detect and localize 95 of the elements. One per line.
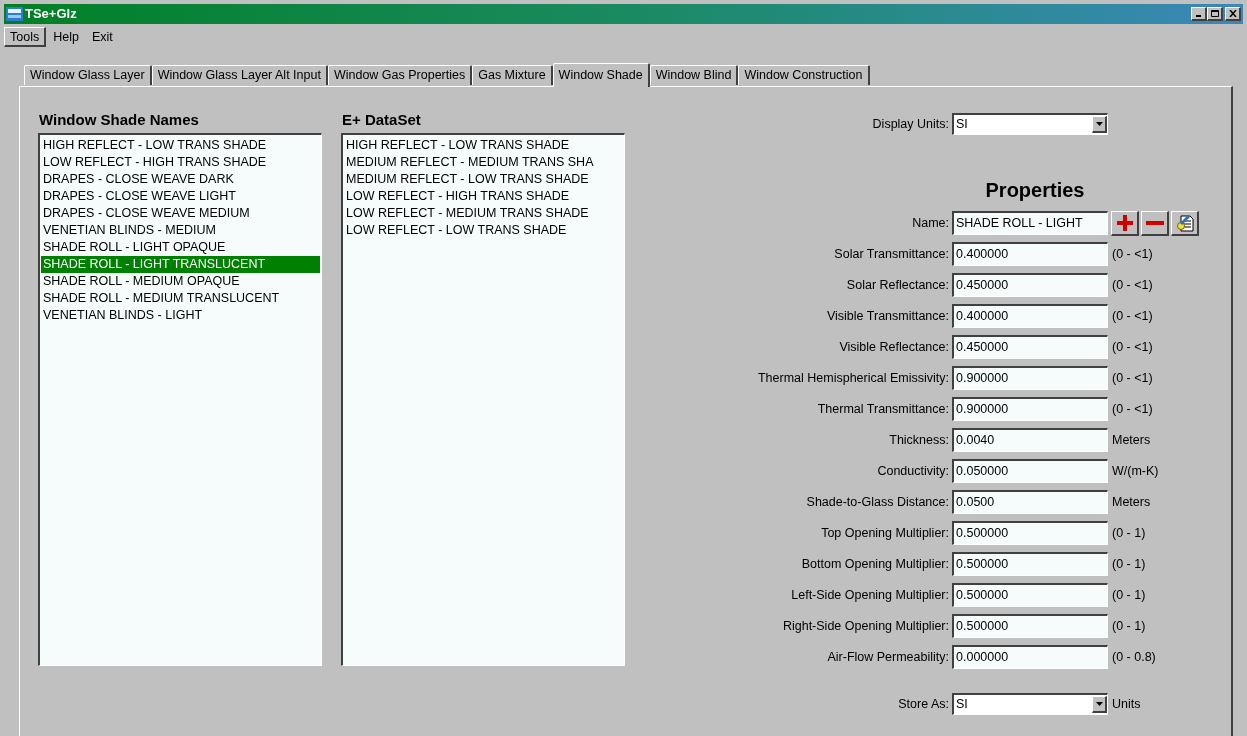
input-field[interactable]: 0.0500: [952, 490, 1108, 514]
tab[interactable]: Window Shade: [552, 63, 650, 87]
field-label: Name:: [911, 214, 950, 232]
list-item[interactable]: DRAPES - CLOSE WEAVE LIGHT: [41, 188, 320, 205]
minus-icon: [1145, 220, 1164, 225]
unit-label: (0 - <1): [1111, 307, 1153, 325]
tab[interactable]: Window Glass Layer Alt Input: [151, 65, 328, 85]
list-box[interactable]: HIGH REFLECT - LOW TRANS SHADE MEDIUM REFLECT - MEDIUM TRANS SHA MEDIUM REFLECT - LOW TRANS SHADE LOW REFLECT - HIGH TRANS SHADE LOW REFLECT - MEDIUM TRANS SHADE LOW REFLECT - LOW TRANS SHADE: [341, 133, 625, 666]
add-button[interactable]: [1111, 210, 1139, 236]
list-item[interactable]: SHADE ROLL - LIGHT TRANSLUCENT: [41, 256, 320, 273]
unit-label: (0 - <1): [1111, 369, 1153, 387]
list-item[interactable]: SHADE ROLL - MEDIUM TRANSLUCENT: [41, 290, 320, 307]
field-label: Display Units:: [871, 115, 950, 133]
field-label: Solar Transmittance:: [833, 245, 950, 263]
app-logo-icon: [6, 7, 23, 21]
input-field[interactable]: 0.450000: [952, 335, 1108, 359]
field-label: Thickness:: [888, 431, 950, 449]
unit-label: (0 - 0.8): [1111, 648, 1156, 666]
field-label: Store As:: [897, 695, 950, 713]
unit-label: (0 - <1): [1111, 400, 1153, 418]
input-field[interactable]: 0.900000: [952, 366, 1108, 390]
list-heading: Window Shade Names: [39, 110, 200, 130]
document-pencil-icon: [1175, 213, 1194, 232]
edit-button[interactable]: [1171, 210, 1199, 236]
input-field[interactable]: 0.000000: [952, 645, 1108, 669]
field-label: Conductivity:: [876, 462, 950, 480]
unit-label: (0 - 1): [1111, 586, 1146, 604]
menu-item[interactable]: Tools: [4, 27, 47, 47]
field-label: Top Opening Multiplier:: [820, 524, 950, 542]
input-field[interactable]: 0.400000: [952, 242, 1108, 266]
unit-label: (0 - 1): [1111, 617, 1146, 635]
field-label: Bottom Opening Multiplier:: [800, 555, 950, 573]
field-label: Visible Reflectance:: [838, 338, 950, 356]
plus-icon: [1116, 214, 1133, 231]
unit-label: (0 - <1): [1111, 245, 1153, 263]
input-field[interactable]: 0.500000: [952, 614, 1108, 638]
close-button[interactable]: [1225, 7, 1241, 21]
field-label: Shade-to-Glass Distance:: [805, 493, 950, 511]
tab[interactable]: Window Construction: [738, 65, 870, 85]
dropdown[interactable]: SI: [952, 693, 1108, 715]
input-field[interactable]: 0.450000: [952, 273, 1108, 297]
list-item[interactable]: VENETIAN BLINDS - LIGHT: [41, 307, 320, 324]
unit-label: (0 - <1): [1111, 276, 1153, 294]
input-field[interactable]: 0.500000: [952, 552, 1108, 576]
remove-button[interactable]: [1141, 210, 1169, 236]
list-item[interactable]: VENETIAN BLINDS - MEDIUM: [41, 222, 320, 239]
list-item[interactable]: HIGH REFLECT - LOW TRANS SHADE: [41, 137, 320, 154]
input-field[interactable]: 0.900000: [952, 397, 1108, 421]
list-box[interactable]: [38, 133, 322, 666]
unit-label: Units: [1111, 695, 1141, 713]
unit-label: Meters: [1111, 493, 1151, 511]
unit-label: (0 - 1): [1111, 555, 1146, 573]
unit-label: (0 - 1): [1111, 524, 1146, 542]
dropdown-arrow-icon: [1095, 702, 1103, 706]
list-item[interactable]: LOW REFLECT - HIGH TRANS SHADE: [41, 154, 320, 171]
maximize-button[interactable]: [1207, 7, 1223, 21]
unit-label: W/(m-K): [1111, 462, 1159, 480]
input-field[interactable]: 0.0040: [952, 428, 1108, 452]
field-label: Right-Side Opening Multiplier:: [781, 617, 950, 635]
field-label: Thermal Transmittance:: [816, 400, 950, 418]
dropdown-arrow-icon: [1095, 122, 1103, 126]
tab[interactable]: Window Gas Properties: [327, 65, 473, 85]
list-item[interactable]: LOW REFLECT - HIGH TRANS SHADE: [344, 188, 623, 205]
window-title: TSe+Glz: [25, 5, 77, 24]
properties-heading: Properties: [984, 178, 1086, 203]
unit-label: (0 - <1): [1111, 338, 1153, 356]
tab[interactable]: Window Glass Layer: [24, 65, 152, 85]
maximize-icon: [1210, 10, 1219, 17]
dropdown[interactable]: SI: [952, 113, 1108, 135]
menu-item[interactable]: Help: [47, 27, 85, 47]
field-label: Thermal Hemispherical Emissivity:: [757, 369, 950, 387]
minimize-button[interactable]: [1191, 7, 1207, 21]
name-field[interactable]: SHADE ROLL - LIGHT: [952, 211, 1108, 235]
field-label: Visible Transmittance:: [825, 307, 950, 325]
list-item[interactable]: SHADE ROLL - MEDIUM OPAQUE: [41, 273, 320, 290]
list-item[interactable]: DRAPES - CLOSE WEAVE DARK: [41, 171, 320, 188]
list-item[interactable]: LOW REFLECT - MEDIUM TRANS SHADE: [344, 205, 623, 222]
menu-item[interactable]: Exit: [85, 27, 119, 47]
list-item[interactable]: MEDIUM REFLECT - LOW TRANS SHADE: [344, 171, 623, 188]
field-label: Left-Side Opening Multiplier:: [790, 586, 950, 604]
list-item[interactable]: MEDIUM REFLECT - MEDIUM TRANS SHA: [344, 154, 623, 171]
unit-label: Meters: [1111, 431, 1151, 449]
field-label: Solar Reflectance:: [845, 276, 950, 294]
field-label: Air-Flow Permeability:: [826, 648, 950, 666]
list-item[interactable]: SHADE ROLL - LIGHT OPAQUE: [41, 239, 320, 256]
input-field[interactable]: 0.500000: [952, 583, 1108, 607]
list-item[interactable]: DRAPES - CLOSE WEAVE MEDIUM: [41, 205, 320, 222]
list-item[interactable]: LOW REFLECT - LOW TRANS SHADE: [344, 222, 623, 239]
input-field[interactable]: 0.400000: [952, 304, 1108, 328]
input-field[interactable]: 0.500000: [952, 521, 1108, 545]
list-heading: E+ DataSet: [342, 110, 422, 130]
input-field[interactable]: 0.050000: [952, 459, 1108, 483]
close-icon: [1228, 10, 1237, 17]
tab[interactable]: Window Blind: [649, 65, 739, 85]
list-item[interactable]: HIGH REFLECT - LOW TRANS SHADE: [344, 137, 623, 154]
